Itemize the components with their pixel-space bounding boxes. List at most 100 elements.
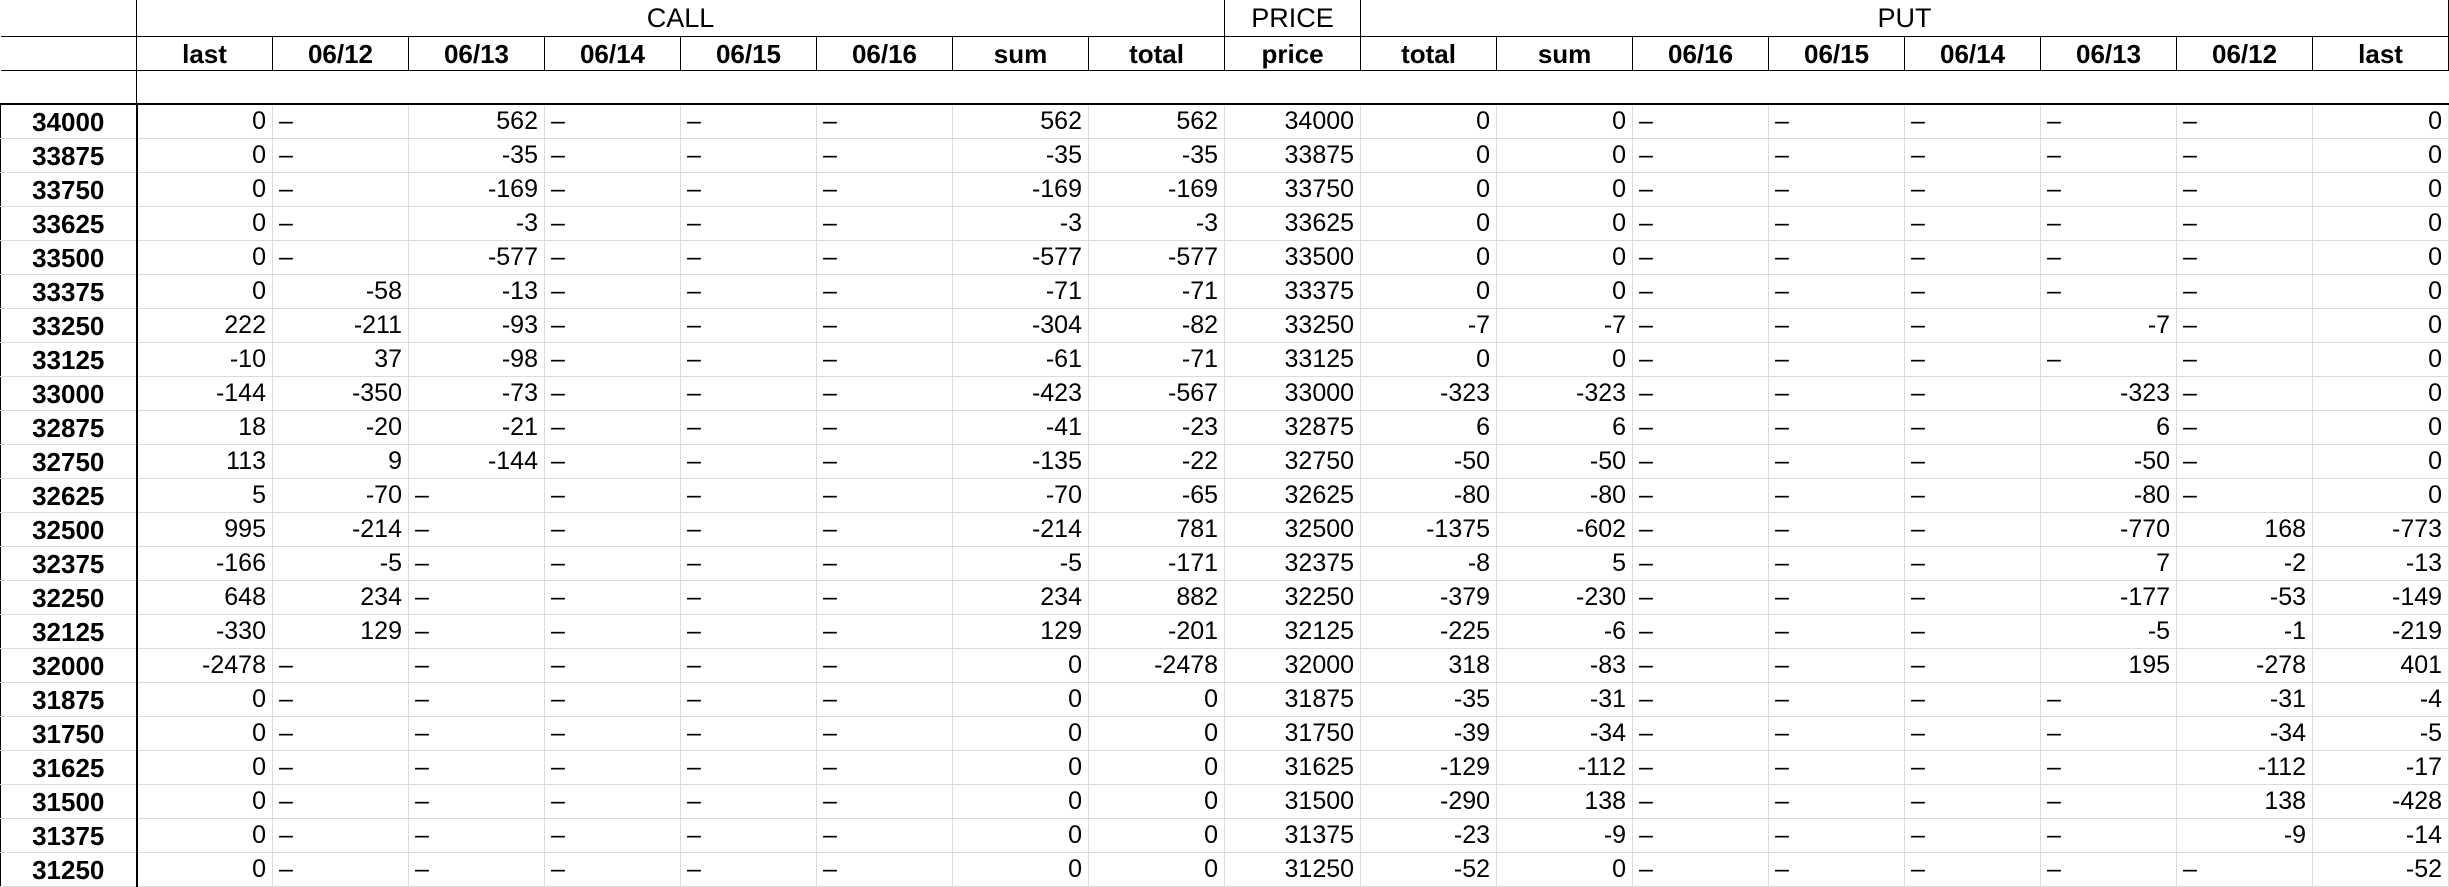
cell[interactable]: 0 bbox=[136, 138, 273, 173]
cell[interactable]: – bbox=[408, 750, 545, 785]
cell[interactable]: – bbox=[816, 648, 953, 683]
cell[interactable]: -773 bbox=[2312, 512, 2449, 547]
cell[interactable]: – bbox=[1768, 240, 1906, 275]
cell[interactable]: -602 bbox=[1496, 512, 1634, 547]
cell[interactable]: 0 bbox=[1360, 138, 1498, 173]
cell[interactable]: 33500 bbox=[1224, 240, 1362, 275]
cell[interactable]: -50 bbox=[2040, 444, 2178, 479]
cell[interactable]: -70 bbox=[952, 478, 1089, 513]
cell[interactable]: 5 bbox=[1496, 546, 1634, 581]
cell[interactable]: -23 bbox=[1088, 410, 1226, 445]
cell[interactable]: – bbox=[2176, 206, 2314, 241]
cell[interactable]: -144 bbox=[136, 376, 273, 411]
cell[interactable]: -112 bbox=[1496, 750, 1634, 785]
cell[interactable]: -129 bbox=[1360, 750, 1498, 785]
price-group-header[interactable]: PRICE bbox=[1224, 0, 1362, 37]
cell[interactable]: – bbox=[1768, 852, 1906, 887]
cell[interactable]: -5 bbox=[272, 546, 409, 581]
cell[interactable]: – bbox=[272, 750, 409, 785]
cell[interactable]: – bbox=[816, 172, 953, 207]
cell[interactable]: 33000 bbox=[1224, 376, 1362, 411]
cell[interactable]: – bbox=[544, 308, 681, 343]
cell[interactable]: – bbox=[816, 376, 953, 411]
cell[interactable]: – bbox=[816, 444, 953, 479]
blank-cell[interactable] bbox=[0, 70, 137, 105]
cell[interactable]: 0 bbox=[1360, 274, 1498, 309]
cell[interactable]: -35 bbox=[952, 138, 1089, 173]
cell[interactable]: – bbox=[680, 784, 817, 819]
cell[interactable]: – bbox=[1768, 750, 1906, 785]
cell[interactable]: -428 bbox=[2312, 784, 2449, 819]
cell[interactable]: – bbox=[1632, 206, 1770, 241]
cell[interactable]: 0 bbox=[1360, 172, 1498, 207]
cell[interactable]: -5 bbox=[2040, 614, 2178, 649]
cell[interactable]: 32125 bbox=[1224, 614, 1362, 649]
cell[interactable]: – bbox=[1768, 648, 1906, 683]
column-header-0[interactable]: last bbox=[136, 36, 273, 71]
cell[interactable]: 6 bbox=[1496, 410, 1634, 445]
cell[interactable]: – bbox=[1904, 206, 2042, 241]
row-header[interactable]: 31250 bbox=[0, 852, 138, 887]
cell[interactable]: – bbox=[816, 716, 953, 751]
column-header-12[interactable]: 06/15 bbox=[1768, 36, 1906, 71]
cell[interactable]: 0 bbox=[1496, 172, 1634, 207]
cell[interactable]: 18 bbox=[136, 410, 273, 445]
cell[interactable]: 0 bbox=[136, 682, 273, 717]
row-header[interactable]: 33375 bbox=[0, 274, 138, 309]
row-header[interactable]: 33125 bbox=[0, 342, 138, 377]
cell[interactable]: 32875 bbox=[1224, 410, 1362, 445]
cell[interactable]: – bbox=[544, 240, 681, 275]
cell[interactable]: – bbox=[272, 104, 409, 139]
cell[interactable]: 195 bbox=[2040, 648, 2178, 683]
cell[interactable]: 31500 bbox=[1224, 784, 1362, 819]
cell[interactable]: -70 bbox=[272, 478, 409, 513]
cell[interactable]: – bbox=[1768, 410, 1906, 445]
cell[interactable]: – bbox=[272, 716, 409, 751]
cell[interactable]: 0 bbox=[1360, 240, 1498, 275]
cell[interactable]: – bbox=[544, 648, 681, 683]
cell[interactable]: -83 bbox=[1496, 648, 1634, 683]
cell[interactable]: – bbox=[816, 206, 953, 241]
cell[interactable]: – bbox=[2040, 104, 2178, 139]
cell[interactable]: – bbox=[1632, 784, 1770, 819]
cell[interactable]: 0 bbox=[136, 240, 273, 275]
cell[interactable]: – bbox=[2040, 750, 2178, 785]
cell[interactable]: 32750 bbox=[1224, 444, 1362, 479]
column-header-9[interactable]: total bbox=[1360, 36, 1498, 71]
row-header[interactable]: 33000 bbox=[0, 376, 138, 411]
cell[interactable]: – bbox=[544, 614, 681, 649]
cell[interactable]: -112 bbox=[2176, 750, 2314, 785]
corner-cell[interactable] bbox=[0, 0, 137, 37]
cell[interactable]: 0 bbox=[2312, 308, 2449, 343]
cell[interactable]: – bbox=[1632, 614, 1770, 649]
cell[interactable]: – bbox=[1904, 308, 2042, 343]
cell[interactable]: 0 bbox=[2312, 274, 2449, 309]
cell[interactable]: – bbox=[1768, 478, 1906, 513]
cell[interactable]: – bbox=[544, 682, 681, 717]
cell[interactable]: -577 bbox=[408, 240, 545, 275]
row-header[interactable]: 33625 bbox=[0, 206, 138, 241]
cell[interactable]: 0 bbox=[136, 852, 273, 887]
cell[interactable]: -3 bbox=[1088, 206, 1226, 241]
cell[interactable]: – bbox=[1904, 852, 2042, 887]
cell[interactable]: -23 bbox=[1360, 818, 1498, 853]
cell[interactable]: 0 bbox=[136, 716, 273, 751]
cell[interactable]: – bbox=[816, 580, 953, 615]
cell[interactable]: – bbox=[2040, 682, 2178, 717]
cell[interactable]: – bbox=[2176, 172, 2314, 207]
cell[interactable]: – bbox=[2176, 240, 2314, 275]
column-header-6[interactable]: sum bbox=[952, 36, 1089, 71]
cell[interactable]: – bbox=[1904, 172, 2042, 207]
cell[interactable]: – bbox=[1632, 750, 1770, 785]
cell[interactable]: 0 bbox=[1088, 818, 1226, 853]
cell[interactable]: -61 bbox=[952, 342, 1089, 377]
cell[interactable]: -80 bbox=[2040, 478, 2178, 513]
cell[interactable]: -350 bbox=[272, 376, 409, 411]
cell[interactable]: 222 bbox=[136, 308, 273, 343]
cell[interactable]: 0 bbox=[136, 274, 273, 309]
cell[interactable]: – bbox=[2176, 852, 2314, 887]
cell[interactable]: – bbox=[680, 240, 817, 275]
cell[interactable]: 0 bbox=[2312, 376, 2449, 411]
cell[interactable]: 138 bbox=[2176, 784, 2314, 819]
cell[interactable]: 0 bbox=[1088, 784, 1226, 819]
